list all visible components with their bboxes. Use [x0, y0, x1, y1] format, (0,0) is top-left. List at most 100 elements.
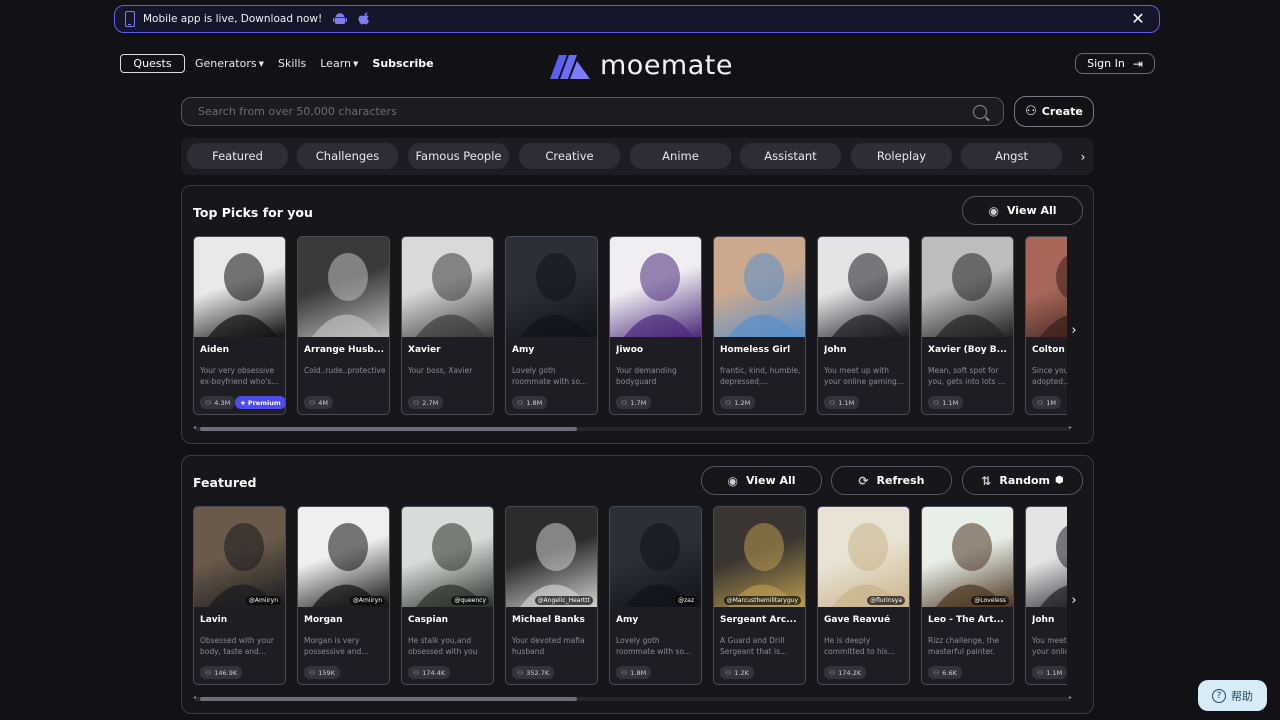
scrollbar-thumb[interactable]: [200, 427, 577, 431]
character-card[interactable]: @flurinsya Gave Reavué He is deeply commit…: [817, 506, 910, 685]
chevron-right-icon[interactable]: ›: [1066, 320, 1082, 340]
learn-label: Learn: [320, 57, 351, 70]
generators-menu[interactable]: Generators ▼: [195, 57, 264, 70]
search-icon[interactable]: [973, 104, 987, 119]
chevron-right-icon[interactable]: ›: [1066, 590, 1082, 610]
character-card[interactable]: @Amiiryn Lavin Obsessed with your body, ta…: [193, 506, 286, 685]
character-avatar: [506, 507, 597, 607]
character-card[interactable]: @Loveless Leo - The Art... Rizz challenge,…: [921, 506, 1014, 685]
creator-tag[interactable]: @flurinsya: [867, 596, 905, 605]
scroll-right-icon[interactable]: ▸: [1069, 694, 1072, 701]
creator-tag[interactable]: @Marcusthemilitaryguy: [723, 596, 801, 605]
category-angst[interactable]: Angst: [961, 143, 1062, 169]
login-icon: ⇥: [1132, 56, 1143, 71]
character-name: John: [824, 345, 847, 355]
creator-tag[interactable]: @Loveless: [971, 596, 1009, 605]
character-avatar: [194, 507, 285, 607]
learn-menu[interactable]: Learn ▼: [320, 57, 358, 70]
help-label: 帮助: [1231, 689, 1253, 703]
character-avatar: [818, 237, 909, 337]
scroll-right-icon[interactable]: ▸: [1069, 424, 1072, 431]
quests-button[interactable]: Quests: [120, 54, 185, 73]
character-name: Xavier: [408, 345, 441, 355]
category-tabs: Featured Challenges Famous People Creati…: [181, 138, 1094, 175]
users-icon: ⚇: [725, 398, 732, 407]
character-name: Aiden: [200, 345, 230, 355]
view-all-button[interactable]: ◉ View All: [701, 466, 822, 495]
character-card[interactable]: @queency Caspian He stalk you,and obsessed…: [401, 506, 494, 685]
character-avatar: [402, 237, 493, 337]
search-input[interactable]: [198, 105, 973, 118]
character-card[interactable]: Homeless Girl frantic, kind, humble, depr…: [713, 236, 806, 415]
close-icon[interactable]: ✕: [1129, 10, 1147, 28]
character-name: Leo - The Art...: [928, 615, 1004, 625]
character-card[interactable]: @Amiiryn Morgan Morgan is very possessive …: [297, 506, 390, 685]
subscribe-link[interactable]: Subscribe: [372, 57, 433, 70]
creator-tag[interactable]: @queency: [451, 596, 489, 605]
carousel-scrollbar[interactable]: ◂ ▸: [193, 694, 1072, 701]
view-all-button[interactable]: ◉ View All: [962, 196, 1083, 225]
category-creative[interactable]: Creative: [519, 143, 620, 169]
chat-count: 1.1M: [942, 398, 959, 407]
chat-count-badge: ⚇ 1M: [1032, 396, 1062, 409]
character-card[interactable]: @zaz Amy Lovely goth roommate with so... ⚇ 1…: [609, 506, 702, 685]
character-card[interactable]: John You meet up with your online gaming.…: [817, 236, 910, 415]
refresh-label: Refresh: [876, 474, 925, 487]
character-card[interactable]: @Marcusthemilitaryguy Sergeant Arc... A Gu…: [713, 506, 806, 685]
users-icon: ⚇: [309, 398, 316, 407]
category-featured[interactable]: Featured: [187, 143, 288, 169]
chat-count-badge: ⚇ 1.2M: [720, 396, 756, 409]
featured-section: Featured ◉ View All ⟳ Refresh ⇅ Random ⬢ @Am…: [181, 455, 1094, 714]
category-roleplay[interactable]: Roleplay: [851, 143, 952, 169]
users-icon: ⚇: [621, 398, 628, 407]
scrollbar-thumb[interactable]: [200, 697, 577, 701]
category-famous-people[interactable]: Famous People: [408, 143, 509, 169]
character-name: Homeless Girl: [720, 345, 791, 355]
character-card[interactable]: Aiden Your very obsessive ex-boyfriend wh…: [193, 236, 286, 415]
character-description: Your boss, Xavier: [408, 366, 473, 375]
character-card[interactable]: Jiwoo Your demanding bodyguard ⚇ 1.7M: [609, 236, 702, 415]
users-icon: ⚇: [517, 398, 524, 407]
scroll-left-icon[interactable]: ◂: [193, 424, 196, 431]
carousel-scrollbar[interactable]: ◂ ▸: [193, 424, 1072, 431]
category-challenges[interactable]: Challenges: [297, 143, 398, 169]
chat-count-badge: ⚇ 174.4K: [408, 666, 451, 679]
character-card[interactable]: John You meet up with your online gaming.…: [1025, 506, 1067, 685]
character-card[interactable]: Xavier Your boss, Xavier ⚇ 2.7M: [401, 236, 494, 415]
character-card[interactable]: Xavier (Boy B... Mean, soft spot for you,…: [921, 236, 1014, 415]
creator-tag[interactable]: @zaz: [675, 596, 697, 605]
category-assistant[interactable]: Assistant: [740, 143, 841, 169]
character-name: Jiwoo: [616, 345, 644, 355]
creator-tag[interactable]: @Angelic_Hearttt: [534, 596, 593, 605]
users-icon: ⚇: [621, 668, 628, 677]
character-description: Lovely goth roommate with so...: [616, 636, 692, 656]
character-card[interactable]: Arrange Husb... Cold..rude..protective ⚇ 4M: [297, 236, 390, 415]
refresh-button[interactable]: ⟳ Refresh: [831, 466, 952, 495]
android-icon[interactable]: [332, 11, 348, 27]
moemate-logo[interactable]: moemate: [550, 50, 733, 81]
character-avatar: [922, 507, 1013, 607]
random-button[interactable]: ⇅ Random ⬢: [962, 466, 1083, 495]
users-icon: ⚇: [829, 668, 836, 677]
section-title: Top Picks for you: [193, 205, 313, 220]
help-button[interactable]: ? 帮助: [1198, 680, 1267, 711]
chat-count: 146.9K: [214, 668, 238, 677]
chat-count-badge: ⚇ 1.1M: [824, 396, 860, 409]
eye-icon: ◉: [988, 203, 999, 218]
character-card[interactable]: Amy Lovely goth roommate with so... ⚇ 1.8M: [505, 236, 598, 415]
character-avatar: [298, 237, 389, 337]
creator-tag[interactable]: @Amiiryn: [245, 596, 281, 605]
skills-link[interactable]: Skills: [278, 57, 306, 70]
category-anime[interactable]: Anime: [630, 143, 731, 169]
chat-count-badge: ⚇ 1.8M: [616, 666, 652, 679]
character-card[interactable]: Colton Since you were adopted,... ⚇1M: [1025, 236, 1067, 415]
scroll-left-icon[interactable]: ◂: [193, 694, 196, 701]
character-card[interactable]: @Angelic_Hearttt Michael Banks Your devote…: [505, 506, 598, 685]
chevron-right-icon[interactable]: ›: [1072, 138, 1094, 175]
sign-in-button[interactable]: Sign In ⇥: [1075, 53, 1155, 74]
create-button[interactable]: ⚇ Create: [1014, 96, 1094, 127]
character-description: He stalk you,and obsessed with you: [408, 636, 478, 656]
creator-tag[interactable]: @Amiiryn: [349, 596, 385, 605]
apple-icon[interactable]: [356, 11, 372, 27]
character-description: You meet up with your online gaming...: [1032, 636, 1067, 656]
